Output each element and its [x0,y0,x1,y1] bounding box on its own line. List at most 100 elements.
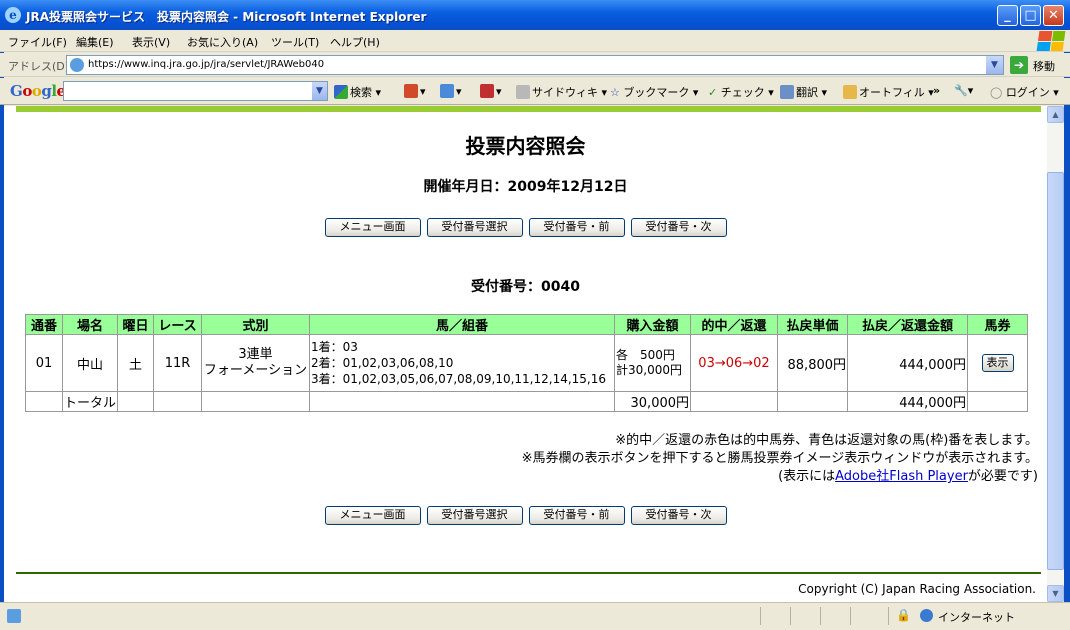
menu-favorites[interactable]: お気に入り(A) [187,34,258,50]
cell-ticket: 表示 [967,334,1029,392]
nav-buttons-bottom: メニュー画面 受付番号選択 受付番号・前 受付番号・次 [4,506,1047,525]
scroll-thumb[interactable] [1047,172,1064,570]
address-input[interactable]: https://www.inq.jra.go.jp/jra/servlet/JR… [66,55,1004,75]
page-title: 投票内容照会 [465,134,586,158]
toolbar-more-button[interactable]: » [933,84,940,97]
toolbar-item-popup[interactable]: ▾ [480,84,502,98]
toolbar-item-check[interactable]: ✓ チェック ▾ [708,84,774,100]
google-search-button[interactable]: 検索 ▾ [334,84,381,100]
toolbar-item-share[interactable]: ▾ [404,84,426,98]
cell-serial: 01 [25,334,63,392]
close-button[interactable]: ✕ [1043,5,1064,26]
cell-empty [309,391,616,412]
bet-table: 通番 場名 曜日 レース 式別 馬／組番 購入金額 的中／返還 払戻単価 払戻／… [25,314,1029,412]
toolbar-item-translate[interactable]: 翻訳 ▾ [780,84,827,100]
cell-empty [777,391,849,412]
menu-view[interactable]: 表示(V) [132,34,170,50]
menu-file[interactable]: ファイル(F) [8,34,67,50]
chevron-down-icon[interactable]: ▼ [986,56,1003,74]
status-divider [760,607,761,625]
address-url[interactable]: https://www.inq.jra.go.jp/jra/servlet/JR… [88,59,324,70]
internet-explorer-icon: e [5,7,21,23]
security-zone: インターネット [938,611,1015,624]
col-header-unit-payout: 払戻単価 [777,314,849,335]
scroll-down-icon[interactable]: ▼ [1047,585,1064,602]
show-ticket-button[interactable]: 表示 [981,354,1014,372]
flash-player-link[interactable]: Adobe社Flash Player [835,469,968,484]
menu-tools[interactable]: ツール(T) [271,34,319,50]
note-show-button: ※馬券欄の表示ボタンを押下すると勝馬投票券イメージ表示ウィンドウが表示されます。 [521,451,1038,466]
lock-icon[interactable]: 🔒 [896,608,911,622]
receipt-next-button[interactable]: 受付番号・次 [630,218,727,237]
toolbar-item-settings[interactable]: 🔧▾ [954,84,973,97]
toolbar-item-plus[interactable]: ▾ [440,84,462,98]
google-toolbar: Google ▼ 検索 ▾ ▾ ▾ ▾ サイドウィキ ▾ ☆ ブックマーク ▾ … [0,78,1070,105]
total-amount: 30,000円 [614,391,692,412]
menu-help[interactable]: ヘルプ(H) [330,34,380,50]
google-logo: Google [10,82,66,100]
toolbar-item-bookmark[interactable]: ☆ ブックマーク ▾ [610,84,698,100]
popup-blocker-icon [480,84,494,98]
receipt-select-button[interactable]: 受付番号選択 [426,506,523,525]
cell-empty [117,391,155,412]
vertical-scrollbar[interactable]: ▲ ▼ [1047,106,1064,602]
menu-screen-button[interactable]: メニュー画面 [324,218,421,237]
bet-type-method: フォーメーション [203,363,308,378]
toolbar-item-autofill[interactable]: オートフィル ▾ [843,84,934,100]
go-button[interactable]: 移動 [1033,58,1055,74]
menu-bar: ファイル(F) 編集(E) 表示(V) お気に入り(A) ツール(T) ヘルプ(… [0,30,1070,52]
col-header-ticket: 馬券 [967,314,1029,335]
address-label: アドレス(D) [8,60,70,73]
col-header-race: レース [153,314,203,335]
page-status-icon [7,609,21,623]
toolbar-item-login[interactable]: ◯ ログイン ▾ [990,84,1059,100]
cell-bet-type: 3連単 フォーメーション [201,334,311,392]
race-date: 開催年月日：2009年12月12日 [423,179,628,195]
go-arrow-icon[interactable]: ➔ [1010,56,1028,74]
share-icon [404,84,418,98]
receipt-number: 受付番号：0040 [471,279,580,295]
receipt-next-button[interactable]: 受付番号・次 [630,506,727,525]
bet-type-name: 3連単 [238,347,273,362]
receipt-prev-button[interactable]: 受付番号・前 [528,506,625,525]
total-payout: 444,000円 [847,391,969,412]
col-header-amount: 購入金額 [614,314,692,335]
google-search-input[interactable]: ▼ [63,81,328,101]
page-content: 投票内容照会 開催年月日：2009年12月12日 メニュー画面 受付番号選択 受… [4,106,1047,602]
total-label: トータル [61,391,119,412]
cell-unit-payout: 88,800円 [777,334,849,392]
minimize-button[interactable]: _ [997,5,1018,26]
window-frame-right [1064,30,1070,630]
status-bar: 🔒 インターネット [0,602,1070,630]
note-flash: (表示にはAdobe社Flash Playerが必要です) [778,469,1038,484]
menu-screen-button[interactable]: メニュー画面 [324,506,421,525]
menu-edit[interactable]: 編集(E) [76,34,114,50]
col-header-horses: 馬／組番 [309,314,616,335]
cell-empty [967,391,1029,412]
footer-rule [16,572,1041,574]
maximize-button[interactable]: □ [1020,5,1041,26]
sidewiki-icon [516,85,530,99]
spellcheck-icon: ✓ [708,86,721,99]
table-total-row: トータル 30,000円 444,000円 [25,391,1029,412]
col-header-weekday: 曜日 [117,314,155,335]
windows-logo-icon [1036,31,1066,51]
scroll-up-icon[interactable]: ▲ [1047,106,1064,123]
wrench-icon: 🔧 [954,84,968,97]
cell-result: 03→06→02 [690,334,779,392]
chevron-down-icon[interactable]: ▼ [312,82,327,100]
toolbar-item-sidewiki[interactable]: サイドウィキ ▾ [516,84,607,100]
internet-zone-icon [920,609,933,622]
receipt-select-button[interactable]: 受付番号選択 [426,218,523,237]
plus-icon [440,84,454,98]
top-rule [16,106,1041,112]
col-header-result: 的中／返還 [690,314,779,335]
receipt-prev-button[interactable]: 受付番号・前 [528,218,625,237]
status-divider [820,607,821,625]
title-bar[interactable]: e JRA投票照会サービス 投票内容照会 - Microsoft Interne… [0,0,1070,30]
col-header-venue: 場名 [61,314,119,335]
nav-buttons-top: メニュー画面 受付番号選択 受付番号・前 受付番号・次 [4,218,1047,237]
horses-first: 1着：03 [311,340,358,354]
cell-empty [690,391,779,412]
col-header-bet-type: 式別 [201,314,311,335]
